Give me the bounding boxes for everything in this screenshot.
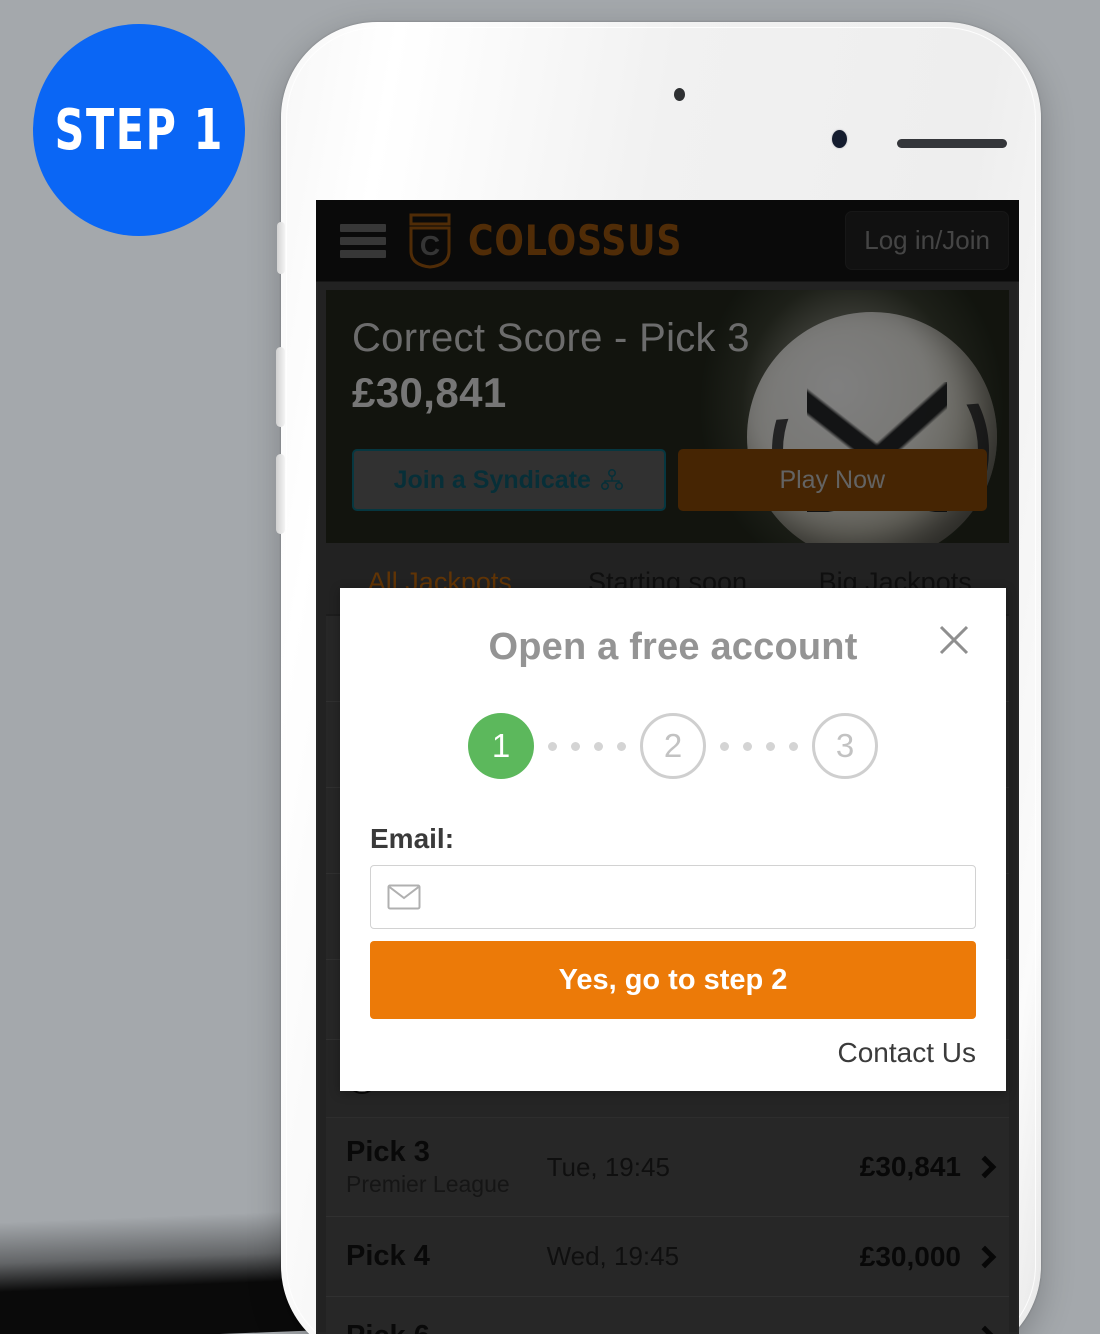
signup-modal: Open a free account 1 2 3 Email: Yes, go… <box>340 588 1006 1091</box>
modal-title: Open a free account <box>488 626 858 668</box>
step-connector-1 <box>548 741 626 751</box>
submit-step2-button[interactable]: Yes, go to step 2 <box>370 941 976 1019</box>
silent-switch-button[interactable] <box>277 222 285 274</box>
envelope-icon <box>387 884 421 910</box>
contact-us-link[interactable]: Contact Us <box>370 1037 977 1069</box>
step-indicator-2[interactable]: 2 <box>640 713 706 779</box>
step-indicator-3[interactable]: 3 <box>812 713 878 779</box>
step-badge: STEP 1 <box>33 24 245 236</box>
step-indicator-1[interactable]: 1 <box>468 713 534 779</box>
step-connector-2 <box>720 741 798 751</box>
phone-screen: C COLOSSUS Log in/Join Correct Score - P… <box>316 200 1019 1334</box>
step-badge-label: STEP 1 <box>54 97 224 163</box>
email-input[interactable] <box>431 881 959 913</box>
earpiece-speaker-icon <box>897 139 1007 148</box>
volume-down-button[interactable] <box>276 454 285 534</box>
close-icon[interactable] <box>934 620 974 660</box>
proximity-sensor-icon <box>674 88 685 101</box>
volume-up-button[interactable] <box>276 347 285 427</box>
email-label: Email: <box>370 823 455 854</box>
email-field-wrapper[interactable] <box>370 865 976 929</box>
front-camera-icon <box>832 130 847 148</box>
app-viewport: C COLOSSUS Log in/Join Correct Score - P… <box>316 200 1019 1334</box>
step-indicator: 1 2 3 <box>370 713 976 779</box>
modal-header: Open a free account <box>370 614 976 675</box>
